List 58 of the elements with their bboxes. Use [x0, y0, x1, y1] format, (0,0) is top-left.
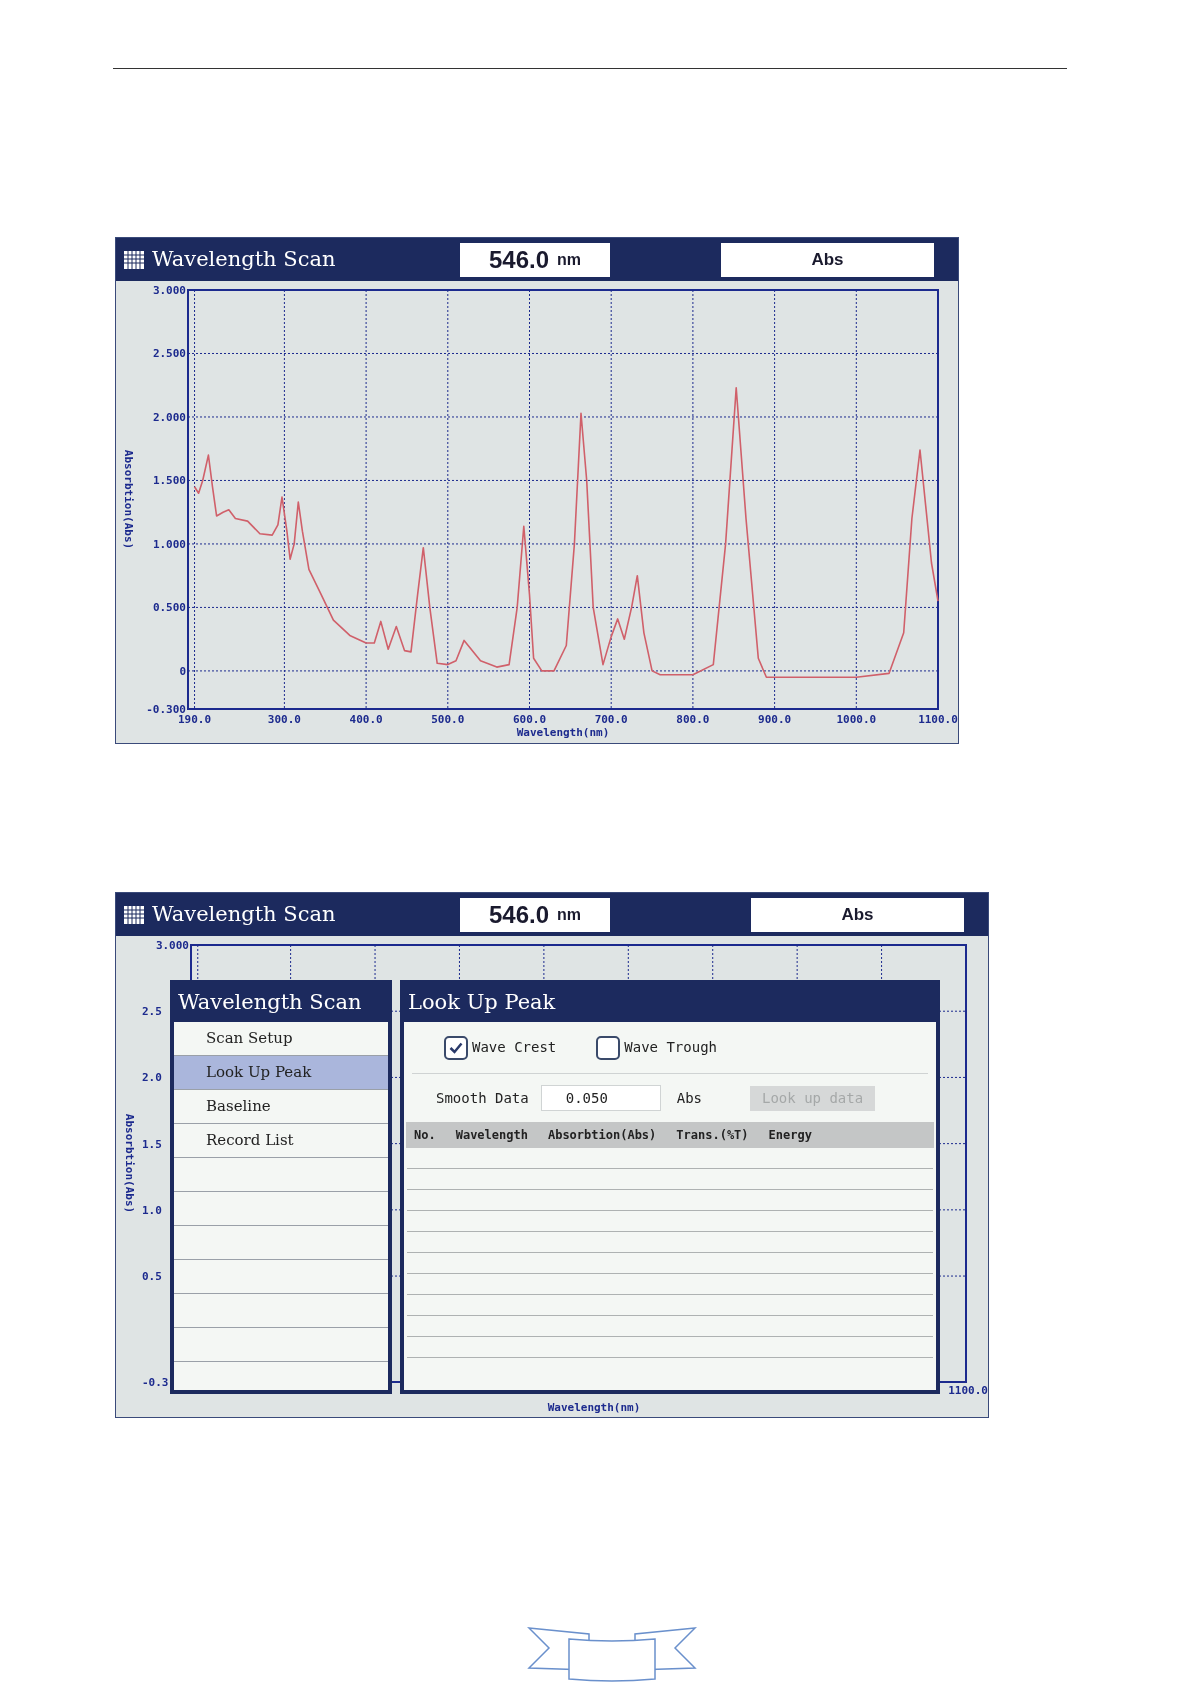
column-header: Wavelength	[455, 1127, 528, 1144]
x-tick-label: 1100.0	[948, 1384, 988, 1397]
wavelength-value: 546.0	[488, 899, 550, 930]
window-title: Wavelength Scan	[152, 245, 337, 273]
y-tick-label: 1.0	[142, 1203, 162, 1217]
check-icon	[449, 1041, 463, 1054]
x-tick-label: 800.0	[676, 713, 710, 726]
x-tick-label: 500.0	[431, 713, 465, 726]
x-axis-title: Wavelength(nm)	[516, 726, 610, 739]
y-tick-label: 0	[179, 664, 186, 678]
menu-item[interactable]: Baseline	[174, 1090, 388, 1124]
x-axis-title: Wavelength(nm)	[547, 1401, 641, 1414]
y-axis-title: Absorbtion(Abs)	[123, 1113, 136, 1214]
checkbox-label: Wave Trough	[624, 1038, 717, 1057]
column-header: Trans.(%T)	[676, 1127, 749, 1144]
y-tick-label: 0.500	[152, 601, 186, 615]
y-tick-label: 3.000	[152, 284, 186, 297]
y-tick-label: 1.500	[152, 474, 186, 488]
wavelength-unit: nm	[557, 904, 582, 925]
y-tick-label: 1.000	[152, 537, 186, 551]
y-tick-label: 2.5	[142, 1005, 162, 1019]
x-tick-label: 300.0	[267, 713, 301, 726]
smooth-unit: Abs	[676, 1088, 702, 1108]
x-tick-label: 190.0	[177, 713, 212, 726]
checkbox-label: Wave Crest	[472, 1038, 557, 1057]
dialog-title: Look Up Peak	[407, 989, 557, 1017]
checkbox[interactable]	[444, 1035, 468, 1060]
mode-value: Abs	[811, 248, 844, 271]
grid-icon	[124, 905, 144, 924]
smooth-field[interactable]: 0.050	[540, 1085, 661, 1111]
column-header: Energy	[768, 1127, 812, 1144]
y-tick-label: 0.5	[142, 1270, 162, 1284]
y-axis-title: Absorbtion(Abs)	[122, 449, 135, 550]
y-tick-label: 3.000	[155, 939, 189, 952]
y-tick-label: -0.3	[142, 1376, 169, 1389]
x-tick-label: 900.0	[758, 713, 792, 726]
grid-icon	[124, 250, 144, 269]
column-header: Absorbtion(Abs)	[547, 1127, 657, 1144]
x-tick-label: 1100.0	[918, 713, 958, 726]
x-tick-label: 400.0	[349, 713, 383, 726]
menu-item[interactable]: Look Up Peak	[174, 1056, 388, 1090]
checkbox[interactable]	[596, 1035, 621, 1060]
window-title: Wavelength Scan	[152, 900, 337, 928]
menu-title: Wavelength Scan	[177, 989, 363, 1017]
mode-value: Abs	[841, 903, 874, 926]
y-tick-label: -0.300	[146, 703, 186, 716]
y-tick-label: 2.000	[152, 410, 186, 424]
wavelength-unit: nm	[557, 249, 582, 270]
x-tick-label: 1000.0	[836, 713, 877, 726]
smooth-label: Smooth Data	[436, 1088, 529, 1108]
x-tick-label: 600.0	[512, 713, 547, 726]
y-tick-label: 1.5	[142, 1137, 162, 1151]
menu-item[interactable]: Record List	[174, 1124, 388, 1158]
x-tick-label: 700.0	[594, 713, 628, 726]
wavelength-value: 546.0	[488, 244, 550, 275]
column-header: No.	[414, 1127, 436, 1144]
y-tick-label: 2.0	[142, 1071, 162, 1085]
y-tick-label: 2.500	[152, 347, 186, 361]
